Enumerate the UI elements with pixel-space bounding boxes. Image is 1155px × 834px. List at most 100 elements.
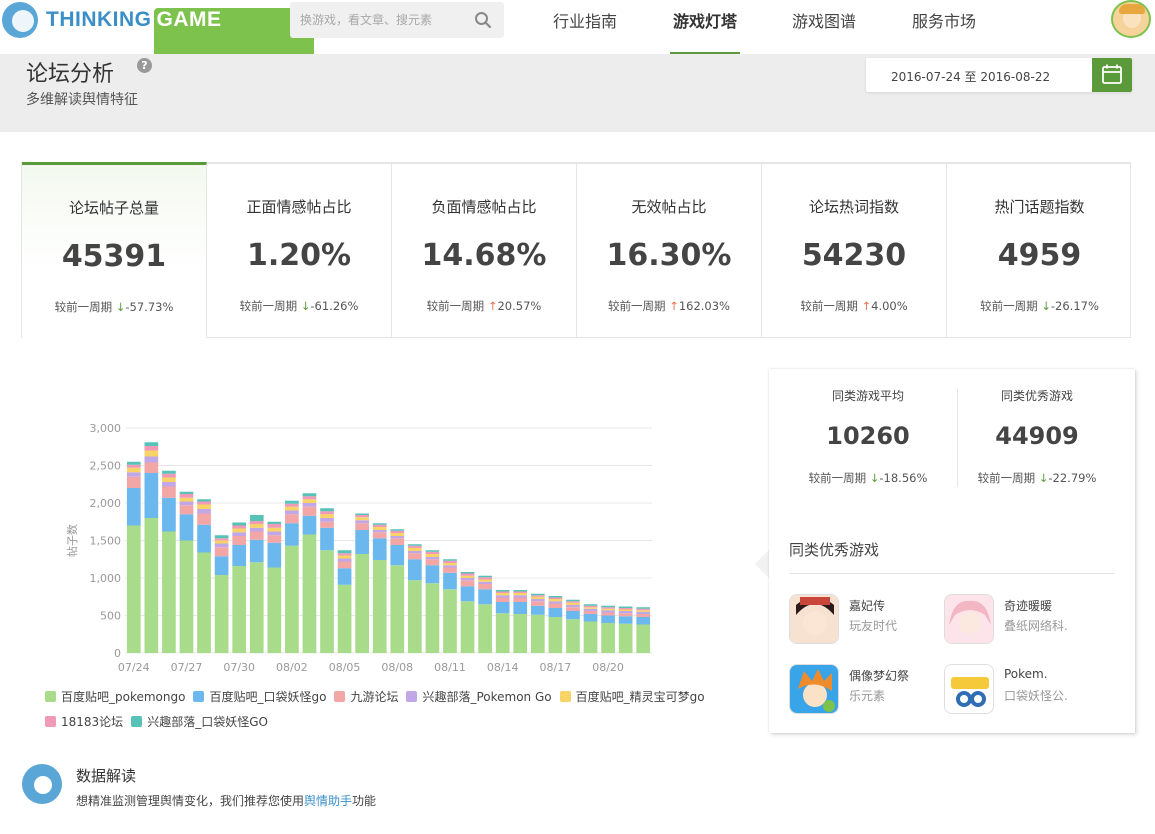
kpi-value: 16.30% bbox=[606, 238, 732, 273]
legend-swatch bbox=[193, 691, 205, 702]
user-avatar[interactable] bbox=[1111, 0, 1151, 38]
bar-segment bbox=[285, 506, 299, 511]
bar-segment bbox=[636, 607, 651, 609]
bar-segment bbox=[548, 608, 563, 617]
interpretation-text: 想精准监测管理舆情变化，我们推荐您使用舆情助手功能 bbox=[76, 792, 376, 809]
bar-segment bbox=[566, 611, 580, 620]
kpi-card-hot-topics[interactable]: 热门话题指数 4959 较前一周期 ↓-26.17% bbox=[947, 164, 1132, 338]
kpi-change-value: 162.03% bbox=[678, 299, 730, 313]
bar-segment bbox=[232, 532, 247, 536]
date-range-picker[interactable]: 2016-07-24 至 2016-08-22 bbox=[866, 58, 1132, 92]
bar-segment bbox=[162, 477, 176, 482]
bar-segment bbox=[372, 527, 387, 530]
nav-game-atlas[interactable]: 游戏图谱 bbox=[792, 8, 856, 54]
help-icon[interactable]: ? bbox=[137, 58, 152, 73]
legend-item[interactable]: 九游论坛 bbox=[334, 688, 398, 705]
bar-segment bbox=[425, 550, 440, 552]
legend-item[interactable]: 兴趣部落_口袋妖怪GO bbox=[131, 713, 268, 730]
legend-swatch bbox=[334, 691, 346, 702]
bar-segment bbox=[390, 529, 405, 531]
legend-item[interactable]: 百度贴吧_pokemongo bbox=[45, 688, 185, 705]
kpi-change-value: 4.00% bbox=[871, 299, 908, 313]
sentiment-assistant-link[interactable]: 舆情助手 bbox=[304, 794, 352, 808]
interpretation-text-before: 想精准监测管理舆情变化，我们推荐您使用 bbox=[76, 794, 305, 808]
bar-segment bbox=[197, 524, 211, 553]
bar-segment bbox=[197, 552, 211, 653]
kpi-change-prefix: 较前一周期 bbox=[980, 299, 1038, 313]
kpi-card-total-posts[interactable]: 论坛帖子总量 45391 较前一周期 ↓-57.73% bbox=[22, 162, 207, 338]
bar-segment bbox=[126, 525, 141, 653]
game-item[interactable]: 嘉妃传 玩友时代 bbox=[789, 594, 949, 646]
legend-item[interactable]: 18183论坛 bbox=[45, 713, 123, 730]
bar-segment bbox=[636, 614, 651, 617]
bar-segment bbox=[302, 496, 317, 500]
nav-service-market[interactable]: 服务市场 bbox=[912, 8, 976, 54]
kpi-change: 较前一周期 ↓-26.17% bbox=[947, 298, 1132, 314]
bar-segment bbox=[601, 605, 615, 608]
bar-segment bbox=[495, 591, 510, 593]
bar-segment bbox=[214, 556, 229, 575]
game-publisher: 玩友时代 bbox=[849, 619, 898, 633]
bar-segment bbox=[478, 575, 492, 578]
legend-label: 兴趣部落_Pokemon Go bbox=[422, 690, 552, 704]
search-input[interactable] bbox=[300, 2, 470, 38]
bar-segment bbox=[372, 532, 387, 539]
y-tick-label: 1,500 bbox=[90, 535, 122, 548]
bar-segment bbox=[636, 611, 651, 614]
bar-segment bbox=[548, 617, 563, 653]
legend-item[interactable]: 百度贴吧_精灵宝可梦go bbox=[559, 688, 705, 705]
bar-segment bbox=[197, 509, 211, 514]
bar-segment bbox=[530, 593, 545, 596]
legend-item[interactable]: 百度贴吧_口袋妖怪go bbox=[193, 688, 326, 705]
x-tick-label: 08/08 bbox=[381, 661, 413, 674]
bar-segment bbox=[302, 499, 317, 503]
bar-segment bbox=[337, 555, 352, 559]
bar-segment bbox=[320, 527, 334, 551]
bar-segment bbox=[320, 511, 334, 515]
bar-segment bbox=[513, 597, 528, 602]
bar-segment bbox=[601, 607, 615, 609]
panel-pointer bbox=[755, 550, 769, 578]
legend-swatch bbox=[406, 691, 418, 702]
bar-segment bbox=[232, 566, 247, 653]
bar-segment bbox=[495, 590, 510, 592]
game-item[interactable]: 偶像梦幻祭 乐元素 bbox=[789, 664, 949, 716]
bar-segment bbox=[636, 610, 651, 612]
page-header: 论坛分析 ? 多维解读舆情特征 2016-07-24 至 2016-08-22 bbox=[0, 54, 1155, 132]
bar-segment bbox=[425, 565, 440, 584]
bar-segment bbox=[513, 614, 528, 653]
bar-segment bbox=[267, 542, 282, 568]
bar-segment bbox=[548, 596, 563, 598]
calendar-icon bbox=[1102, 64, 1122, 84]
bar-segment bbox=[566, 602, 580, 605]
nav-game-lighthouse[interactable]: 游戏灯塔 bbox=[670, 8, 740, 54]
bar-segment bbox=[460, 586, 475, 602]
bar-segment bbox=[337, 553, 352, 556]
legend-item[interactable]: 兴趣部落_Pokemon Go bbox=[406, 688, 552, 705]
bar-segment bbox=[636, 617, 651, 625]
legend-label: 兴趣部落_口袋妖怪GO bbox=[147, 715, 268, 729]
bar-segment bbox=[355, 515, 370, 518]
calendar-button[interactable] bbox=[1092, 58, 1132, 92]
page-subtitle: 多维解读舆情特征 bbox=[26, 92, 138, 108]
game-item[interactable]: 奇迹暖暖 叠纸网络科. bbox=[944, 594, 1104, 646]
brand-logo[interactable]: THINKING GAME bbox=[0, 0, 314, 60]
kpi-card-positive[interactable]: 正面情感帖占比 1.20% 较前一周期 ↓-61.26% bbox=[207, 164, 392, 338]
bar-segment bbox=[601, 623, 615, 653]
kpi-card-hot-words[interactable]: 论坛热词指数 54230 较前一周期 ↑4.00% bbox=[762, 164, 947, 338]
bar-segment bbox=[126, 461, 141, 465]
search-icon[interactable] bbox=[474, 11, 492, 29]
bar-segment bbox=[495, 602, 510, 614]
arrow-down-icon: ↓ bbox=[1038, 471, 1049, 485]
bar-segment bbox=[425, 559, 440, 566]
bar-segment bbox=[197, 499, 211, 502]
game-item[interactable]: Pokem. 口袋妖怪公. bbox=[944, 664, 1104, 716]
kpi-card-negative[interactable]: 负面情感帖占比 14.68% 较前一周期 ↑20.57% bbox=[392, 164, 577, 338]
legend-label: 九游论坛 bbox=[350, 690, 399, 704]
bar-segment bbox=[407, 545, 422, 548]
kpi-value: 45391 bbox=[61, 239, 167, 274]
bar-segment bbox=[566, 599, 580, 602]
bar-segment bbox=[267, 521, 282, 524]
kpi-card-invalid[interactable]: 无效帖占比 16.30% 较前一周期 ↑162.03% bbox=[577, 164, 762, 338]
nav-industry-guide[interactable]: 行业指南 bbox=[553, 8, 617, 54]
